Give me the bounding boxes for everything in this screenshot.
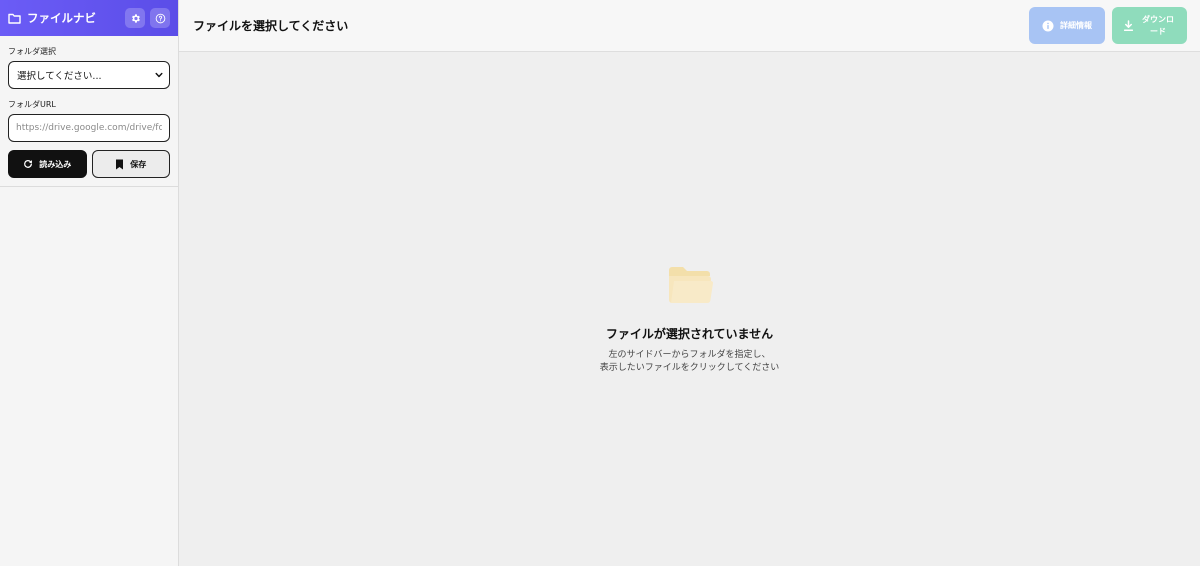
empty-state-line-2: 表示したいファイルをクリックしてください — [599, 363, 780, 373]
load-button-label: 読み込み — [39, 159, 72, 169]
folder-select-label: フォルダ選択 — [8, 47, 56, 56]
topbar: ファイルを選択してください 詳細情報 ダウンロード — [179, 0, 1200, 52]
folder-select[interactable]: 選択してください... — [8, 61, 170, 89]
page-title: ファイルを選択してください — [193, 19, 349, 33]
load-button[interactable]: 読み込み — [8, 150, 87, 178]
download-button-label: ダウンロード — [1142, 14, 1174, 36]
help-button[interactable] — [150, 8, 170, 28]
sidebar-controls: フォルダ選択 選択してください... フォルダURL 読み込み 保存 — [0, 36, 178, 187]
sidebar: ファイルナビ フォルダ選択 選択してください... フォルダURL 読み込み 保… — [0, 0, 179, 566]
save-button-label: 保存 — [130, 159, 147, 169]
empty-state-line-1: 左のサイドバーからフォルダを指定し、 — [608, 350, 771, 360]
bookmark-icon — [116, 159, 124, 169]
empty-state-title: ファイルが選択されていません — [605, 327, 774, 341]
folder-url-label: フォルダURL — [8, 100, 56, 109]
settings-button[interactable] — [125, 8, 145, 28]
sidebar-header: ファイルナビ — [0, 0, 178, 36]
download-icon — [1124, 19, 1133, 31]
info-circle-icon — [1042, 20, 1054, 31]
folder-url-input[interactable] — [8, 114, 170, 142]
sidebar-button-row: 読み込み 保存 — [8, 150, 170, 178]
refresh-icon — [24, 160, 33, 168]
folder-select-value: 選択してください... — [17, 71, 102, 82]
download-button[interactable]: ダウンロード — [1112, 7, 1187, 44]
question-circle-icon — [155, 13, 165, 23]
gear-icon — [131, 13, 140, 23]
info-button-label: 詳細情報 — [1060, 21, 1092, 30]
empty-state-description: 左のサイドバーからフォルダを指定し、 表示したいファイルをクリックしてください — [600, 349, 779, 375]
save-button[interactable]: 保存 — [91, 150, 170, 178]
folder-outline-icon — [8, 11, 22, 25]
app-title: ファイルナビ — [27, 11, 96, 25]
chevron-down-icon — [155, 72, 163, 78]
info-button[interactable]: 詳細情報 — [1029, 7, 1105, 44]
folder-icon — [668, 267, 713, 304]
empty-state: ファイルが選択されていません 左のサイドバーからフォルダを指定し、 表示したいフ… — [179, 53, 1200, 566]
